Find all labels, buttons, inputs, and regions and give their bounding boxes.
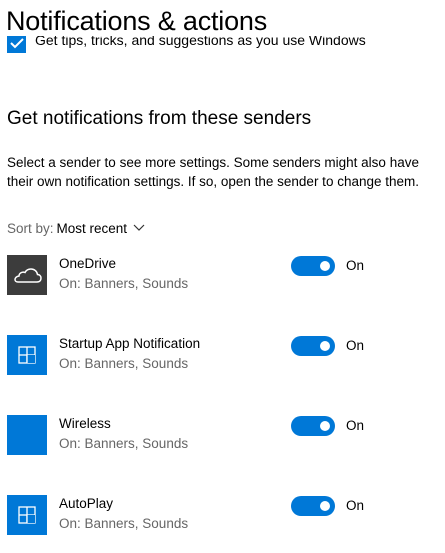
sender-item-onedrive[interactable]: OneDrive On: Banners, Sounds On	[7, 255, 437, 297]
sender-name: AutoPlay	[59, 496, 114, 511]
checkmark-icon	[10, 38, 24, 49]
app-tile-icon	[7, 335, 47, 375]
onedrive-cloud-icon	[7, 255, 47, 295]
blank-tile-icon	[7, 415, 47, 455]
toggle-state-label: On	[346, 338, 365, 353]
toggle-knob	[320, 421, 330, 431]
senders-section-title: Get notifications from these senders	[7, 108, 312, 129]
sender-toggle[interactable]	[291, 336, 335, 356]
sender-name: Startup App Notification	[59, 336, 201, 351]
toggle-knob	[320, 261, 330, 271]
sender-status: On: Banners, Sounds	[59, 436, 189, 451]
sender-toggle[interactable]	[291, 416, 335, 436]
toggle-state-label: On	[346, 258, 365, 273]
sort-label: Sort by:	[7, 221, 54, 236]
sort-value[interactable]: Most recent	[57, 221, 128, 236]
sender-status: On: Banners, Sounds	[59, 356, 189, 371]
sender-toggle[interactable]	[291, 256, 335, 276]
sender-name: OneDrive	[59, 256, 117, 271]
sender-name: Wireless	[59, 416, 111, 431]
toggle-knob	[320, 501, 330, 511]
toggle-state-label: On	[346, 498, 365, 513]
sender-toggle[interactable]	[291, 496, 335, 516]
page-title: Notifications & actions	[6, 6, 268, 36]
tips-checkbox-label: Get tips, tricks, and suggestions as you…	[35, 36, 366, 48]
sort-dropdown[interactable]: Sort by: Most recent	[7, 219, 145, 239]
toggle-knob	[320, 341, 330, 351]
sender-item-autoplay[interactable]: AutoPlay On: Banners, Sounds On	[7, 495, 437, 537]
sender-item-startup-app-notification[interactable]: Startup App Notification On: Banners, So…	[7, 335, 437, 377]
sender-status: On: Banners, Sounds	[59, 516, 189, 531]
senders-section-description: Select a sender to see more settings. So…	[7, 155, 420, 189]
tips-checkbox[interactable]	[7, 36, 26, 53]
sender-status: On: Banners, Sounds	[59, 276, 189, 291]
app-tile-icon	[7, 495, 47, 535]
sender-item-wireless[interactable]: Wireless On: Banners, Sounds On	[7, 415, 437, 457]
chevron-down-icon[interactable]	[133, 218, 145, 237]
tips-checkbox-row[interactable]: Get tips, tricks, and suggestions as you…	[7, 36, 437, 56]
toggle-state-label: On	[346, 418, 365, 433]
